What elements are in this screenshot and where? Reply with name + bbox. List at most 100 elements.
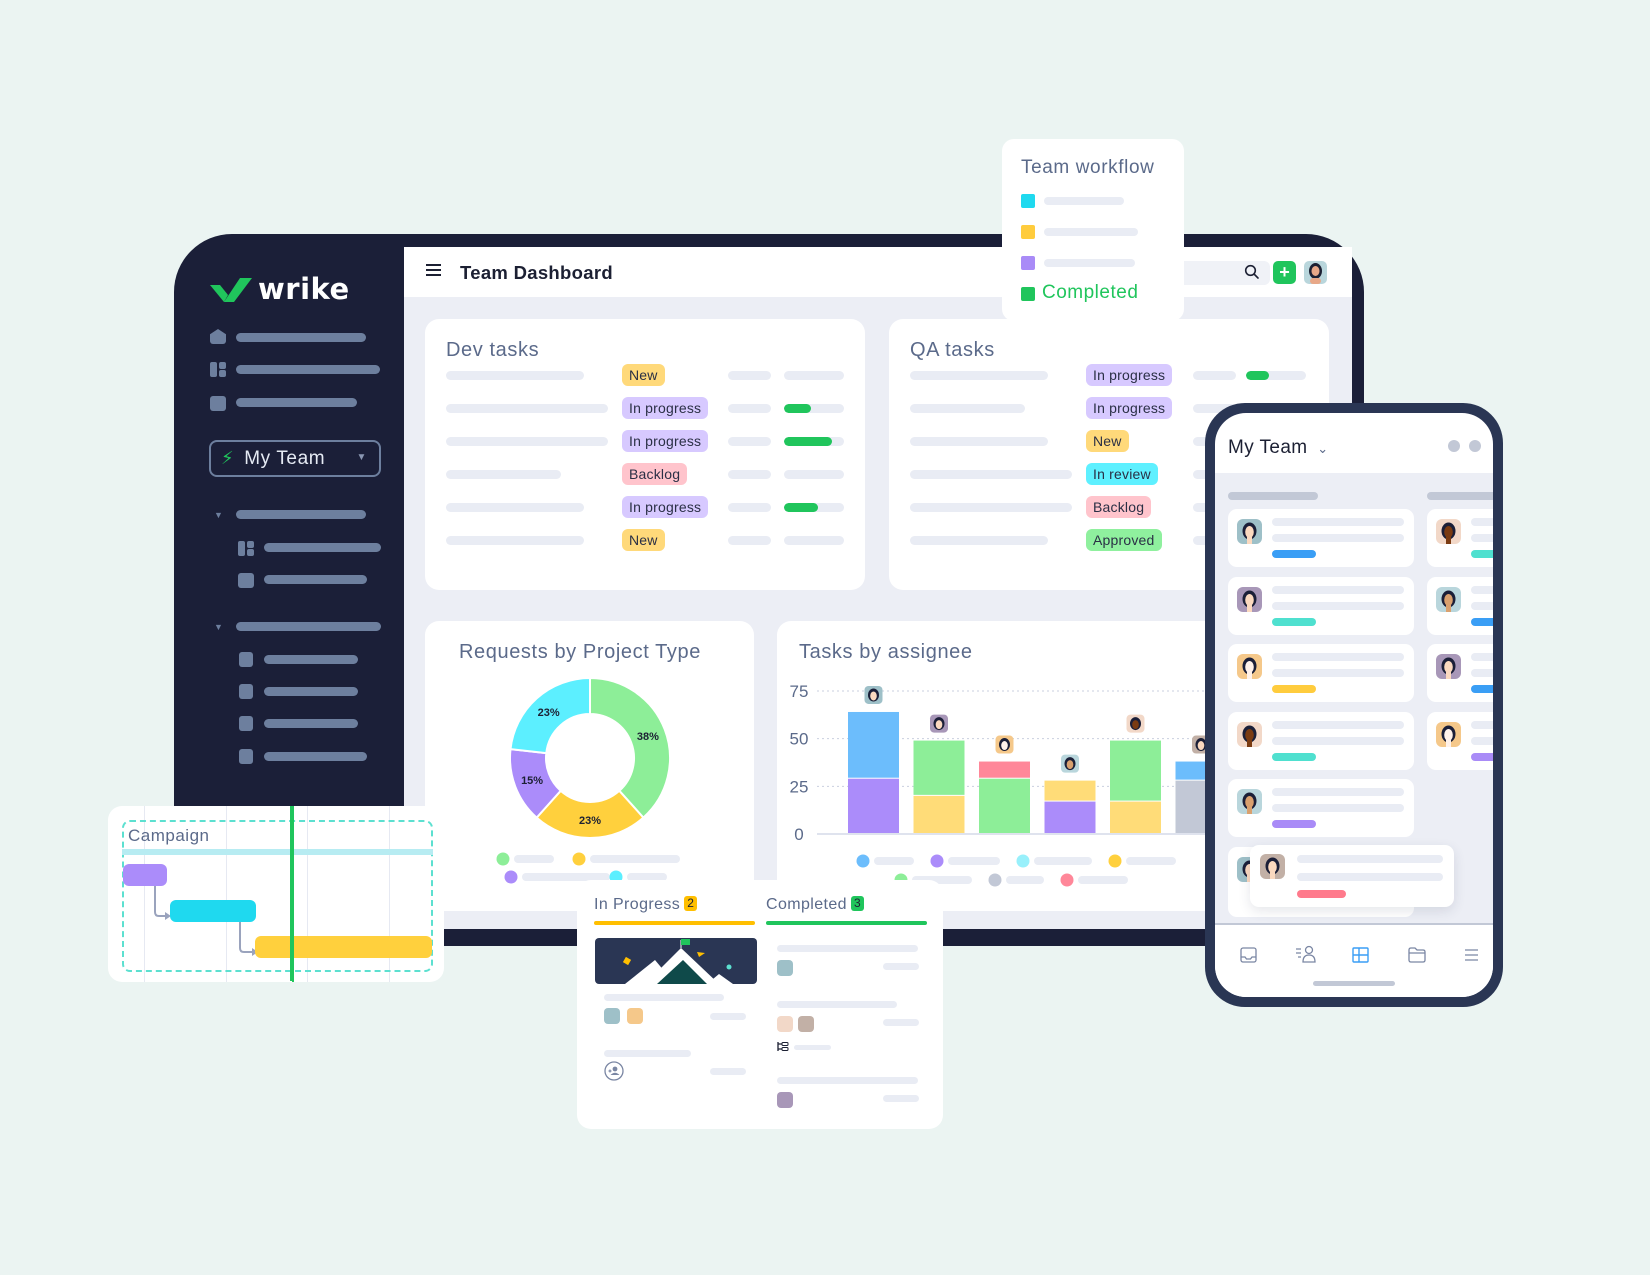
- task-title: [777, 945, 918, 952]
- task-name[interactable]: [910, 371, 1048, 380]
- legend-dot: [856, 854, 870, 868]
- status-tag[interactable]: New: [622, 529, 665, 551]
- bar-segment[interactable]: [979, 761, 1030, 778]
- legend-label: [948, 857, 1000, 865]
- progress-fill: [1246, 371, 1269, 380]
- task-name[interactable]: [910, 503, 1072, 512]
- sidebar-item-home[interactable]: [236, 333, 366, 342]
- column-header-in-progress[interactable]: In Progress 2: [594, 896, 698, 914]
- assignee-avatar[interactable]: [1061, 754, 1079, 773]
- sidebar-folder-1[interactable]: [236, 510, 366, 519]
- status-tag[interactable]: Backlog: [1086, 496, 1152, 518]
- bar-segment[interactable]: [848, 778, 899, 833]
- sidebar-subitem[interactable]: [264, 719, 358, 728]
- search-icon[interactable]: [1244, 264, 1260, 280]
- bar-segment[interactable]: [1044, 801, 1096, 833]
- more-dot-icon[interactable]: [1448, 440, 1460, 452]
- bar-segment[interactable]: [979, 778, 1030, 833]
- progress-bar: [784, 470, 844, 479]
- bar-segment[interactable]: [913, 740, 965, 795]
- status-tag[interactable]: In review: [1086, 463, 1158, 485]
- task-name[interactable]: [910, 404, 1025, 413]
- legend-label: [1126, 857, 1176, 865]
- sidebar-subitem[interactable]: [264, 575, 367, 584]
- folder-icon[interactable]: [1408, 947, 1426, 963]
- status-tag[interactable]: Backlog: [622, 463, 688, 485]
- requests-by-project-type-card: Requests by Project Type 38% 23% 15% 23%: [425, 621, 754, 911]
- sidebar-subitem[interactable]: [264, 752, 367, 761]
- more-dot-icon[interactable]: [1469, 440, 1481, 452]
- mobile-screen: My Team ⌄: [1215, 413, 1493, 997]
- status-tag[interactable]: New: [1086, 430, 1129, 452]
- column-count-badge: 3: [850, 896, 865, 911]
- mobile-team-title[interactable]: My Team ⌄: [1228, 437, 1329, 459]
- team-icon[interactable]: [1295, 945, 1317, 963]
- status-tag[interactable]: In progress: [622, 397, 709, 419]
- sidebar-subitem[interactable]: [264, 687, 358, 696]
- sidebar-item-dashboards[interactable]: [236, 365, 380, 374]
- dashboard-icon: [210, 362, 226, 377]
- gantt-project-bar[interactable]: [122, 849, 433, 855]
- team-title-label: My Team: [1228, 437, 1308, 458]
- wrike-logo[interactable]: wrike: [210, 272, 350, 306]
- status-tag[interactable]: In progress: [622, 496, 709, 518]
- person-icon: [1265, 857, 1280, 879]
- task-name[interactable]: [446, 536, 584, 545]
- add-button[interactable]: +: [1273, 261, 1296, 284]
- bar-segment[interactable]: [1110, 801, 1161, 833]
- task-name[interactable]: [446, 371, 584, 380]
- legend-dot: [572, 852, 586, 866]
- add-assignee-icon[interactable]: [604, 1061, 624, 1081]
- status-tag[interactable]: In progress: [1086, 397, 1173, 419]
- gantt-task-bar[interactable]: [170, 900, 256, 922]
- workflow-color-swatch: [1021, 287, 1035, 301]
- assignee-avatar: [1436, 654, 1461, 679]
- status-tag[interactable]: In progress: [1086, 364, 1173, 386]
- column-header-bar: [1228, 492, 1318, 500]
- mountain-illustration[interactable]: [595, 938, 757, 984]
- sidebar-subitem[interactable]: [264, 543, 381, 552]
- card-status-bar: [1272, 685, 1316, 693]
- assignee-avatar[interactable]: [995, 735, 1014, 754]
- assignee-avatar[interactable]: [864, 685, 883, 704]
- gantt-task-bar[interactable]: [123, 864, 167, 886]
- sidebar-folder-2[interactable]: [236, 622, 381, 631]
- task-date: [710, 1068, 746, 1075]
- team-selector[interactable]: ⚡︎ My Team ▼: [209, 440, 381, 477]
- bar-segment[interactable]: [1044, 780, 1096, 801]
- user-avatar[interactable]: [1304, 261, 1327, 284]
- legend-dot: [1060, 873, 1074, 887]
- sidebar-item-calendar[interactable]: [236, 398, 357, 407]
- status-tag[interactable]: Approved: [1086, 529, 1162, 551]
- tasks-by-assignee-card: Tasks by assignee 0 25 50 75: [777, 621, 1217, 911]
- donut-slice[interactable]: [589, 676, 671, 820]
- status-tag[interactable]: In progress: [622, 430, 709, 452]
- card-title-line: [1297, 855, 1443, 863]
- home-indicator: [1313, 981, 1395, 986]
- column-header-completed[interactable]: Completed 3: [766, 896, 865, 914]
- task-name[interactable]: [446, 404, 608, 413]
- task-name[interactable]: [446, 503, 584, 512]
- task-name[interactable]: [910, 437, 1048, 446]
- menu-icon[interactable]: [426, 264, 441, 279]
- assignee-avatar[interactable]: [930, 714, 948, 733]
- assignee-avatar: [777, 960, 793, 976]
- collapse-triangle-icon[interactable]: ▼: [214, 622, 223, 632]
- bar-segment[interactable]: [1110, 740, 1161, 801]
- task-name[interactable]: [446, 437, 608, 446]
- y-tick-label: 50: [790, 730, 809, 749]
- task-name[interactable]: [910, 536, 1048, 545]
- card-title-line: [1272, 653, 1404, 661]
- gantt-task-bar[interactable]: [255, 936, 432, 958]
- status-tag[interactable]: New: [622, 364, 665, 386]
- menu-icon[interactable]: [1464, 949, 1479, 961]
- dashboard-icon[interactable]: [1352, 947, 1369, 963]
- task-name[interactable]: [446, 470, 561, 479]
- task-name[interactable]: [910, 470, 1072, 479]
- collapse-triangle-icon[interactable]: ▼: [214, 510, 223, 520]
- bar-segment[interactable]: [913, 795, 965, 833]
- sidebar-subitem[interactable]: [264, 655, 358, 664]
- assignee-avatar[interactable]: [1126, 714, 1145, 733]
- inbox-icon[interactable]: [1240, 947, 1257, 963]
- bar-segment[interactable]: [848, 711, 899, 778]
